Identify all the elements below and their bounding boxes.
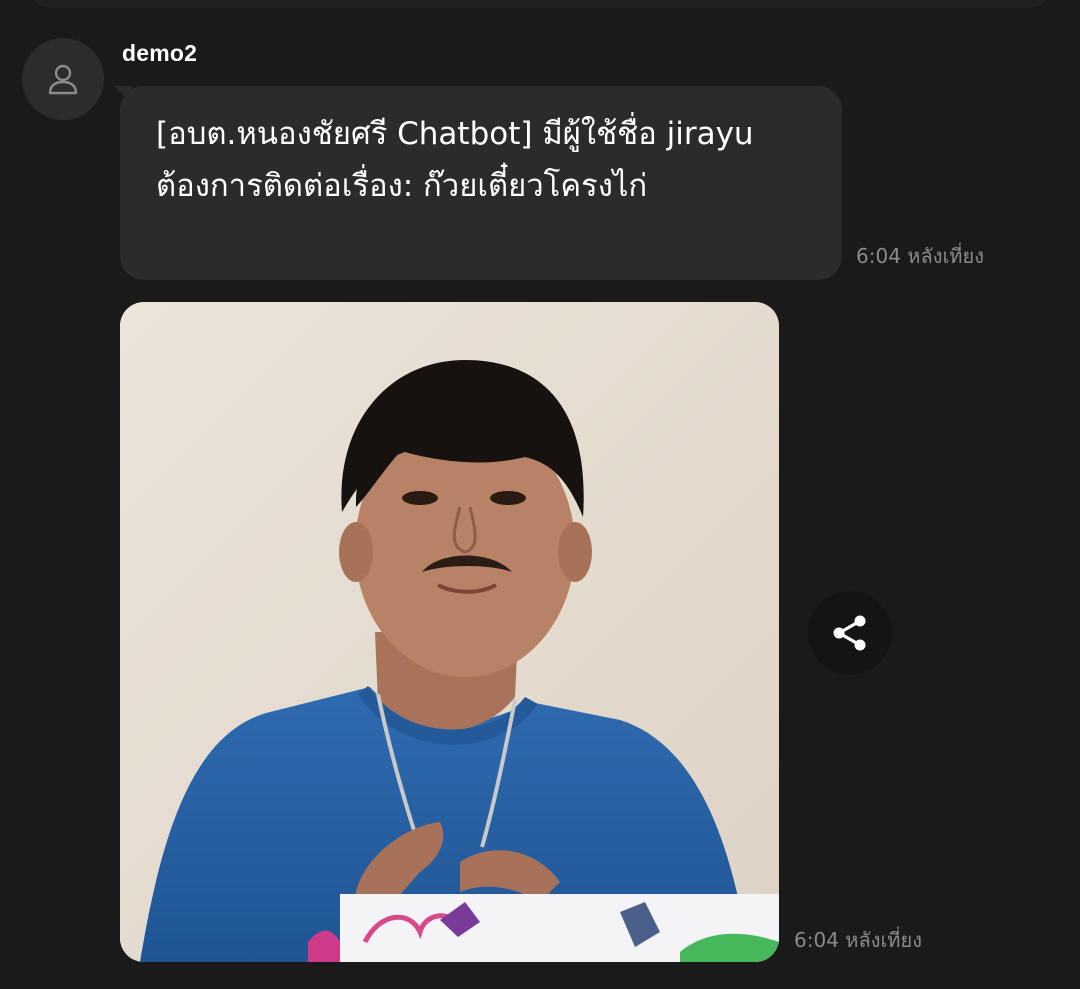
person-outline-icon	[48, 64, 78, 95]
chat-screen: demo2 [อบต.หนองชัยศรี Chatbot] มีผู้ใช้ช…	[0, 0, 1080, 989]
photo-timestamp: 6:04 หลังเที่ยง	[794, 928, 922, 952]
photo-image	[120, 302, 779, 962]
sender-avatar[interactable]	[22, 38, 104, 120]
message-timestamp: 6:04 หลังเที่ยง	[856, 244, 984, 268]
share-button[interactable]	[808, 591, 892, 675]
sender-name: demo2	[122, 40, 198, 66]
message-bubble[interactable]: [อบต.หนองชัยศรี Chatbot] มีผู้ใช้ชื่อ ji…	[120, 86, 842, 280]
message-text: [อบต.หนองชัยศรี Chatbot] มีผู้ใช้ชื่อ ji…	[156, 116, 754, 204]
share-icon	[833, 615, 866, 651]
top-bar	[30, 0, 1050, 8]
photo-message[interactable]	[120, 302, 779, 962]
